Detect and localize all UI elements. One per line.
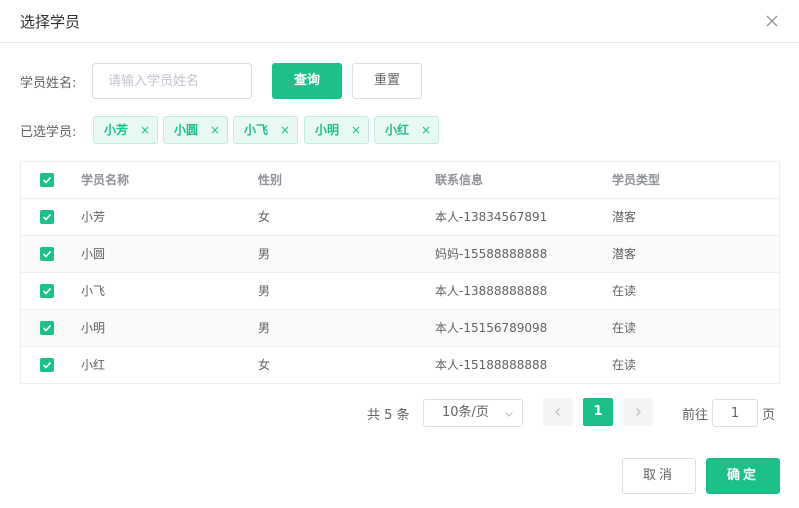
column-header-type: 学员类型 — [612, 173, 661, 187]
confirm-button[interactable]: 确定 — [706, 458, 780, 494]
check-icon — [42, 361, 52, 369]
chevron-left-icon — [555, 408, 560, 416]
tag-label: 小芳 — [104, 123, 129, 137]
page-size-select[interactable]: 10条/页 — [423, 399, 523, 427]
cell-contact: 妈妈-15588888888 — [435, 247, 548, 261]
cell-type: 在读 — [612, 358, 637, 372]
check-icon — [42, 250, 52, 258]
tag-close-icon[interactable]: × — [140, 117, 150, 143]
cell-type: 潜客 — [612, 210, 637, 224]
chevron-down-icon — [505, 412, 513, 417]
page-size-value: 10条/页 — [442, 405, 489, 420]
row-checkbox[interactable] — [40, 284, 54, 298]
selected-tag: 小红 × — [374, 116, 439, 144]
cell-contact: 本人-15156789098 — [435, 321, 548, 335]
close-button[interactable] — [762, 11, 782, 31]
query-button[interactable]: 查询 — [272, 63, 342, 99]
tag-close-icon[interactable]: × — [280, 117, 290, 143]
cell-gender: 男 — [258, 321, 271, 335]
close-icon — [766, 15, 778, 27]
table-row[interactable]: 小红 女 本人-15188888888 在读 — [21, 347, 779, 384]
check-icon — [42, 324, 52, 332]
tag-label: 小明 — [315, 123, 340, 137]
cell-contact: 本人-13834567891 — [435, 210, 548, 224]
goto-suffix: 页 — [762, 408, 776, 423]
cell-name: 小明 — [81, 321, 106, 335]
column-header-name: 学员名称 — [81, 173, 130, 187]
cell-name: 小芳 — [81, 210, 106, 224]
tag-label: 小飞 — [244, 123, 269, 137]
pagination-total: 共 5 条 — [367, 408, 410, 423]
cell-name: 小红 — [81, 358, 106, 372]
selected-tag: 小飞 × — [233, 116, 298, 144]
reset-button[interactable]: 重置 — [352, 63, 422, 99]
tag-label: 小红 — [385, 123, 410, 137]
chevron-right-icon — [636, 408, 641, 416]
row-checkbox[interactable] — [40, 358, 54, 372]
cell-gender: 女 — [258, 358, 271, 372]
cell-name: 小飞 — [81, 284, 106, 298]
selected-tag: 小圆 × — [163, 116, 228, 144]
cell-gender: 女 — [258, 210, 271, 224]
cell-gender: 男 — [258, 247, 271, 261]
tag-close-icon[interactable]: × — [210, 117, 220, 143]
dialog-header: 选择学员 — [0, 0, 799, 43]
check-icon — [42, 213, 52, 221]
next-page-button[interactable] — [623, 398, 653, 426]
check-icon — [42, 176, 52, 184]
table-row[interactable]: 小飞 男 本人-13888888888 在读 — [21, 273, 779, 310]
selected-tag: 小芳 × — [93, 116, 158, 144]
cell-type: 在读 — [612, 284, 637, 298]
student-table: 学员名称 性别 联系信息 学员类型 小芳 女 本人-13834567891 潜客… — [20, 161, 780, 384]
tag-label: 小圆 — [174, 123, 199, 137]
column-header-gender: 性别 — [258, 173, 283, 187]
check-icon — [42, 287, 52, 295]
table-row[interactable]: 小芳 女 本人-13834567891 潜客 — [21, 199, 779, 236]
selected-students-label: 已选学员: — [20, 125, 77, 140]
cancel-button[interactable]: 取消 — [622, 458, 696, 494]
table-row[interactable]: 小圆 男 妈妈-15588888888 潜客 — [21, 236, 779, 273]
select-all-checkbox[interactable] — [40, 173, 54, 187]
row-checkbox[interactable] — [40, 247, 54, 261]
prev-page-button[interactable] — [543, 398, 573, 426]
cell-gender: 男 — [258, 284, 271, 298]
goto-label: 前往 — [682, 408, 709, 423]
dialog-title: 选择学员 — [20, 13, 81, 31]
row-checkbox[interactable] — [40, 321, 54, 335]
select-student-dialog: 选择学员 学员姓名: 查询 重置 已选学员: 小芳 × 小圆 × 小飞 × 小明… — [0, 0, 799, 508]
column-header-contact: 联系信息 — [435, 173, 484, 187]
page-number-current[interactable]: 1 — [583, 398, 613, 426]
tag-close-icon[interactable]: × — [421, 117, 431, 143]
table-header-row: 学员名称 性别 联系信息 学员类型 — [21, 162, 779, 199]
cell-name: 小圆 — [81, 247, 106, 261]
student-name-input[interactable] — [92, 63, 252, 99]
selected-tag: 小明 × — [304, 116, 369, 144]
cell-contact: 本人-15188888888 — [435, 358, 548, 372]
table-row[interactable]: 小明 男 本人-15156789098 在读 — [21, 310, 779, 347]
goto-page-input[interactable] — [712, 399, 758, 427]
cell-type: 潜客 — [612, 247, 637, 261]
tag-close-icon[interactable]: × — [351, 117, 361, 143]
row-checkbox[interactable] — [40, 210, 54, 224]
search-label: 学员姓名: — [20, 76, 77, 91]
cell-type: 在读 — [612, 321, 637, 335]
cell-contact: 本人-13888888888 — [435, 284, 548, 298]
